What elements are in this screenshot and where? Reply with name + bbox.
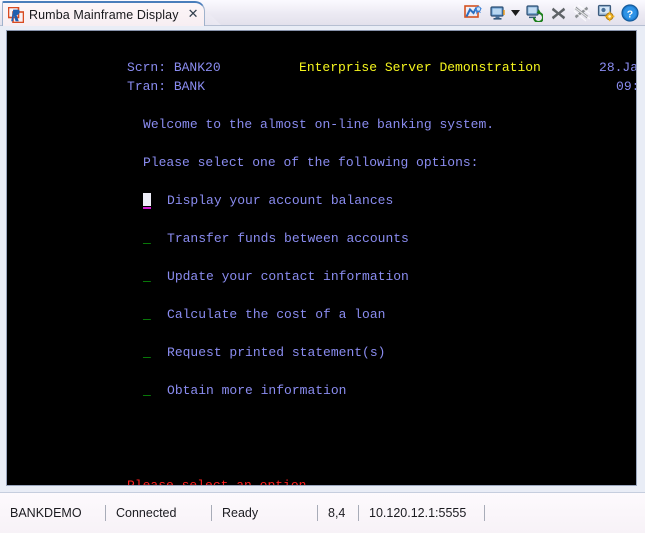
terminal-panel: Scrn: BANK20 Enterprise Server Demonstra…	[0, 26, 645, 492]
disconnect-icon[interactable]	[547, 2, 569, 24]
help-icon[interactable]: ?	[619, 2, 641, 24]
option-label-6[interactable]: Obtain more information	[167, 383, 346, 398]
prompt-text: Please select one of the following optio…	[143, 155, 479, 170]
disconnect-all-icon[interactable]	[571, 2, 593, 24]
welcome-text: Welcome to the almost on-line banking sy…	[143, 117, 495, 132]
tab-title-label: Rumba Mainframe Display	[29, 7, 179, 22]
option-label-4[interactable]: Calculate the cost of a loan	[167, 307, 385, 322]
status-cursor-position: 8,4	[328, 506, 346, 520]
close-icon[interactable]: ✕	[188, 8, 199, 21]
status-ready-state: Ready	[222, 506, 259, 520]
status-connection-state: Connected	[116, 506, 177, 520]
session-settings-icon[interactable]	[595, 2, 617, 24]
tab-rumba-mainframe-display[interactable]: Rumba Mainframe Display ✕	[2, 1, 206, 26]
rumba-application-window: Rumba Mainframe Display ✕ ? Scrn: BANK20…	[0, 0, 645, 533]
option-label-2[interactable]: Transfer funds between accounts	[167, 231, 409, 246]
tab-bar: Rumba Mainframe Display ✕ ?	[0, 0, 645, 26]
screen-time: 09:54:00	[616, 79, 636, 94]
status-session-name: BANKDEMO	[10, 506, 82, 520]
session-dropdown-caret[interactable]	[510, 2, 521, 24]
screen-title: Enterprise Server Demonstration	[299, 60, 541, 75]
transaction-label: Tran: BANK	[127, 79, 206, 94]
terminal-frame[interactable]: Scrn: BANK20 Enterprise Server Demonstra…	[6, 30, 637, 486]
status-bar: BANKDEMO Connected Ready 8,4 10.120.12.1…	[0, 492, 645, 533]
option-label-1[interactable]: Display your account balances	[167, 193, 393, 208]
session-toolbar: ?	[462, 1, 641, 25]
option-label-5[interactable]: Request printed statement(s)	[167, 345, 385, 360]
display-session-icon[interactable]	[486, 2, 508, 24]
terminal-screen[interactable]: Scrn: BANK20 Enterprise Server Demonstra…	[7, 31, 636, 485]
rumba-logo-icon	[7, 6, 25, 23]
svg-text:?: ?	[627, 8, 633, 20]
status-host-address: 10.120.12.1:5555	[369, 506, 467, 520]
open-session-icon[interactable]	[462, 2, 484, 24]
option-label-3[interactable]: Update your contact information	[167, 269, 409, 284]
status-separator	[484, 505, 485, 521]
reconnect-icon[interactable]	[523, 2, 545, 24]
